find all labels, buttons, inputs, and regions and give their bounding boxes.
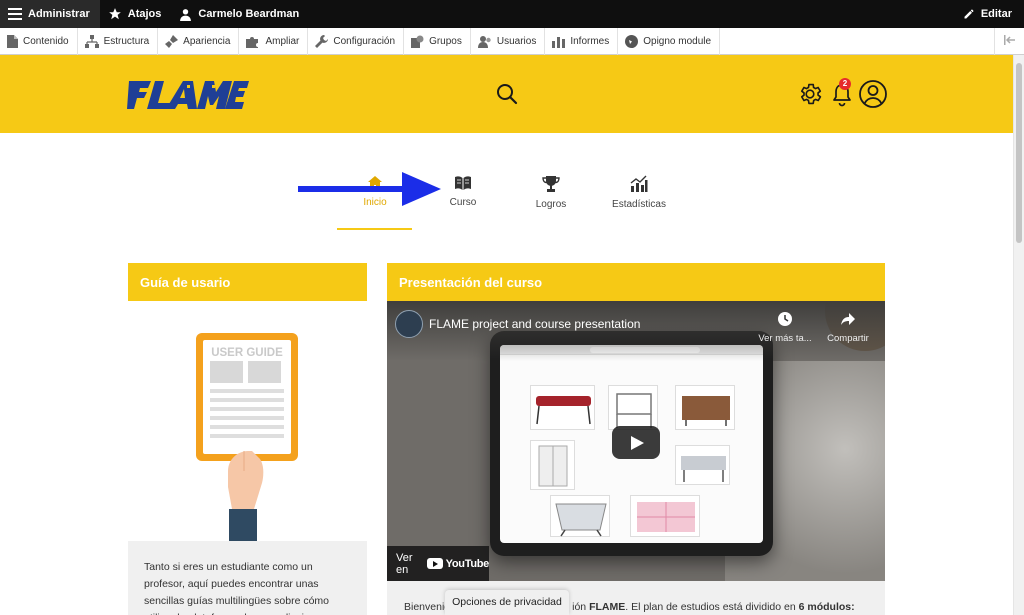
guide-card-header: Guía de usario bbox=[128, 263, 367, 301]
watch-on-label: Ver en bbox=[396, 551, 413, 576]
tray-item-label: Configuración bbox=[333, 35, 396, 47]
privacy-options-button[interactable]: Opciones de privacidad bbox=[445, 590, 569, 615]
watch-on-youtube-button[interactable]: Ver en YouTube bbox=[387, 546, 489, 581]
wrench-icon bbox=[315, 34, 329, 48]
tray-item-contenido[interactable]: Contenido bbox=[0, 27, 78, 55]
video-title[interactable]: FLAME project and course presentation bbox=[429, 317, 640, 331]
video-play-button[interactable] bbox=[612, 426, 660, 459]
pencil-icon bbox=[963, 8, 975, 20]
tray-item-grupos[interactable]: Grupos bbox=[404, 27, 471, 55]
share-label: Compartir bbox=[827, 333, 869, 344]
tab-logros[interactable]: Logros bbox=[511, 175, 591, 210]
guide-card-title: Guía de usario bbox=[140, 274, 231, 290]
person-icon bbox=[179, 8, 192, 21]
flame-logo-mark bbox=[127, 81, 249, 109]
opigno-icon bbox=[625, 34, 639, 48]
structure-icon bbox=[84, 34, 99, 48]
youtube-video-player[interactable]: FLAME project and course presentation Ve… bbox=[387, 301, 885, 581]
user-guide-illustration: USER GUIDE bbox=[196, 333, 298, 541]
channel-avatar[interactable] bbox=[395, 310, 423, 338]
flame-logo[interactable] bbox=[127, 77, 249, 116]
share-icon bbox=[841, 313, 855, 325]
shortcuts-button[interactable]: Atajos bbox=[100, 0, 172, 28]
puzzle-icon bbox=[246, 35, 260, 48]
tray-item-ampliar[interactable]: Ampliar bbox=[239, 27, 309, 55]
users-icon bbox=[477, 35, 492, 48]
star-icon bbox=[108, 7, 122, 21]
product-thumb bbox=[675, 385, 735, 430]
youtube-play-icon bbox=[426, 558, 443, 569]
guide-description: Tanto si eres un estudiante como un prof… bbox=[128, 541, 367, 615]
tray-item-usuarios[interactable]: Usuarios bbox=[471, 27, 546, 55]
admin-menu-label: Administrar bbox=[28, 8, 90, 20]
tab-label: Logros bbox=[535, 199, 567, 210]
user-name-label: Carmelo Beardman bbox=[198, 8, 300, 20]
settings-button[interactable] bbox=[797, 81, 823, 107]
file-icon bbox=[7, 34, 18, 48]
tray-item-label: Estructura bbox=[103, 35, 150, 47]
page-scrollbar[interactable] bbox=[1013, 55, 1024, 615]
product-thumb bbox=[530, 440, 575, 490]
tray-item-label: Informes bbox=[570, 35, 610, 47]
active-tab-underline bbox=[337, 228, 412, 230]
annotation-arrow-icon bbox=[298, 172, 441, 206]
tab-estadisticas[interactable]: Estadísticas bbox=[599, 175, 679, 210]
tab-label: Curso bbox=[449, 197, 477, 208]
tray-item-label: Grupos bbox=[429, 35, 462, 47]
shortcuts-label: Atajos bbox=[127, 8, 162, 20]
tray-item-label: Ampliar bbox=[265, 35, 300, 47]
admin-menu-button[interactable]: Administrar bbox=[0, 0, 100, 28]
user-menu-button[interactable]: Carmelo Beardman bbox=[171, 0, 309, 28]
watch-later-button[interactable]: Ver más ta... bbox=[757, 311, 813, 344]
admin-tray: Contenido Estructura Apariencia Ampliar … bbox=[0, 27, 1024, 55]
tray-item-label: Usuarios bbox=[496, 35, 537, 47]
tray-item-opigno[interactable]: Opigno module bbox=[618, 27, 721, 55]
notification-badge: 2 bbox=[839, 78, 851, 90]
hamburger-icon bbox=[8, 8, 22, 20]
user-guide-image[interactable]: USER GUIDE bbox=[128, 301, 367, 541]
product-thumb bbox=[530, 385, 595, 430]
scrollbar-thumb[interactable] bbox=[1016, 63, 1022, 243]
admin-toolbar: Administrar Atajos Carmelo Beardman Edit… bbox=[0, 0, 1024, 28]
tray-collapse-button[interactable] bbox=[994, 27, 1024, 55]
tray-item-apariencia[interactable]: Apariencia bbox=[158, 27, 240, 55]
site-header: 2 bbox=[0, 55, 1013, 133]
tray-item-label: Apariencia bbox=[183, 35, 231, 47]
edit-label: Editar bbox=[980, 8, 1012, 20]
product-thumb bbox=[550, 495, 610, 537]
search-icon bbox=[497, 84, 518, 105]
gear-icon bbox=[800, 83, 822, 105]
reports-icon bbox=[552, 35, 566, 48]
product-thumb bbox=[675, 445, 730, 485]
watch-later-label: Ver más ta... bbox=[758, 333, 812, 344]
product-thumb bbox=[630, 495, 700, 537]
brush-icon bbox=[165, 34, 179, 48]
course-card-header: Presentación del curso bbox=[387, 263, 885, 301]
user-profile-button[interactable] bbox=[858, 79, 888, 109]
book-icon bbox=[455, 176, 471, 190]
edit-button[interactable]: Editar bbox=[955, 0, 1024, 28]
youtube-logo: YouTube bbox=[426, 558, 489, 570]
collapse-icon bbox=[1003, 34, 1016, 48]
tray-item-estructura[interactable]: Estructura bbox=[78, 27, 159, 55]
user-guide-image-text: USER GUIDE bbox=[211, 347, 283, 359]
tray-item-informes[interactable]: Informes bbox=[545, 27, 619, 55]
notifications-button[interactable]: 2 bbox=[830, 78, 854, 108]
search-button[interactable] bbox=[495, 82, 519, 106]
tray-item-label: Opigno module bbox=[643, 35, 712, 47]
stats-icon bbox=[630, 175, 648, 192]
clock-icon bbox=[778, 312, 792, 326]
tray-item-configuracion[interactable]: Configuración bbox=[308, 27, 405, 55]
tab-label: Estadísticas bbox=[612, 199, 666, 210]
course-card-title: Presentación del curso bbox=[399, 274, 543, 290]
trophy-icon bbox=[542, 176, 560, 192]
user-avatar-icon bbox=[859, 80, 887, 108]
tray-item-label: Contenido bbox=[23, 35, 69, 47]
share-button[interactable]: Compartir bbox=[823, 311, 873, 344]
groups-icon bbox=[411, 35, 424, 48]
product-thumb bbox=[608, 385, 658, 430]
